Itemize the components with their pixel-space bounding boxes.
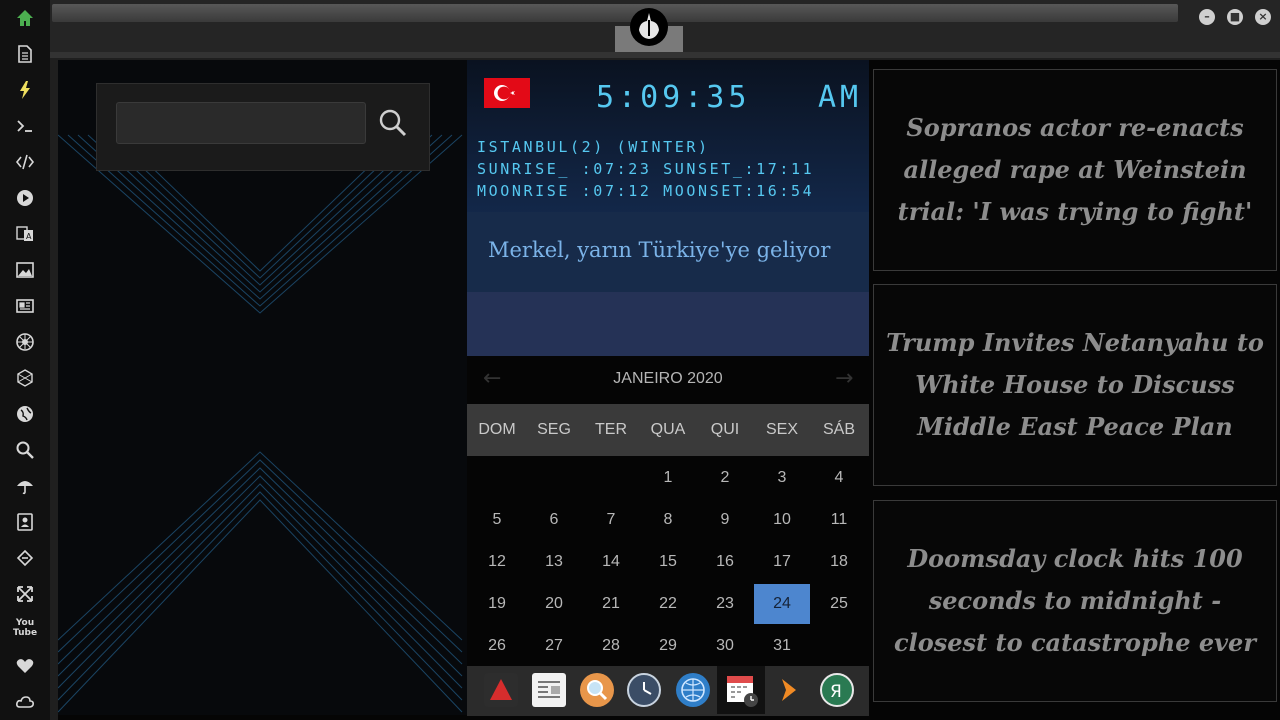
globe-icon[interactable] (13, 402, 37, 426)
calendar-day[interactable]: 5 (469, 500, 525, 540)
calendar-day[interactable]: 3 (754, 458, 810, 498)
cloud-icon[interactable] (13, 690, 37, 714)
document-icon[interactable] (13, 42, 37, 66)
svg-text:Я: Я (830, 682, 842, 702)
calendar-day[interactable]: 8 (640, 500, 696, 540)
title-divider (50, 52, 1280, 58)
calendar-day[interactable]: 29 (640, 626, 696, 666)
calendar-day[interactable]: 19 (469, 584, 525, 624)
svg-text:A: A (26, 232, 32, 241)
umbrella-icon[interactable] (13, 474, 37, 498)
heart-icon[interactable] (13, 654, 37, 678)
expand-icon[interactable] (13, 582, 37, 606)
news-app-icon[interactable] (532, 673, 566, 707)
calendar-day[interactable]: 28 (583, 626, 639, 666)
calendar-day[interactable]: 26 (469, 626, 525, 666)
calendar-day[interactable]: 16 (697, 542, 753, 582)
calendar-day[interactable]: 14 (583, 542, 639, 582)
calendar-day[interactable]: 18 (811, 542, 867, 582)
calendar-day[interactable]: 4 (811, 458, 867, 498)
app-dock (467, 666, 869, 716)
calendar-day-today[interactable]: 24 (754, 584, 810, 624)
weekday-label: SEG (537, 421, 571, 438)
headline-text[interactable]: Doomsday clock hits 100 seconds to midni… (874, 538, 1276, 664)
newspaper-icon[interactable] (13, 294, 37, 318)
weekday-label: QUI (710, 421, 740, 438)
clock-app-icon[interactable] (627, 673, 661, 707)
left-sidebar: A You Tube (0, 0, 50, 720)
clock-sun-times: SUNRISE_ :07:23 SUNSET_:17:11 (477, 160, 815, 178)
browser-app-icon[interactable] (676, 673, 710, 707)
lightning-icon[interactable] (13, 78, 37, 102)
contacts-icon[interactable] (13, 510, 37, 534)
translate-icon[interactable]: A (13, 222, 37, 246)
calendar-day[interactable]: 9 (697, 500, 753, 540)
calendar-day[interactable]: 23 (697, 584, 753, 624)
weekday-label: QUA (650, 421, 686, 438)
calendar-day[interactable]: 27 (526, 626, 582, 666)
calendar-day[interactable]: 11 (811, 500, 867, 540)
clock-location: ISTANBUL(2) (WINTER) (477, 138, 710, 156)
rebel-icon[interactable] (13, 366, 37, 390)
calendar-day[interactable]: 1 (640, 458, 696, 498)
headline-text[interactable]: Trump Invites Netanyahu to White House t… (874, 322, 1276, 448)
calendar-month: JANEIRO 2020 (613, 370, 723, 387)
rebel-alliance-logo (630, 8, 668, 46)
ticker-footer (467, 292, 869, 356)
calendar-day[interactable]: 21 (583, 584, 639, 624)
magnifier-icon (379, 109, 407, 137)
image-icon[interactable] (13, 258, 37, 282)
empire-icon[interactable] (13, 330, 37, 354)
minimize-button[interactable]: – (1199, 9, 1215, 25)
yandex-app-icon[interactable]: Я (820, 673, 854, 707)
calendar-day[interactable]: 2 (697, 458, 753, 498)
maximize-button[interactable]: ■ (1227, 9, 1243, 25)
youtube-icon[interactable]: You Tube (13, 618, 37, 642)
close-button[interactable]: × (1255, 9, 1271, 25)
weekday-label: SEX (765, 421, 798, 438)
calendar-app-icon[interactable] (717, 666, 765, 714)
title-strip[interactable] (52, 4, 1178, 22)
play-icon[interactable] (13, 186, 37, 210)
calendar-day[interactable]: 17 (754, 542, 810, 582)
terminal-icon[interactable] (13, 114, 37, 138)
calendar-day[interactable]: 31 (754, 626, 810, 666)
clock-moon-times: MOONRISE :07:12 MOONSET:16:54 (477, 182, 815, 200)
calendar-day[interactable]: 13 (526, 542, 582, 582)
search-input[interactable] (116, 102, 366, 144)
calendar-day[interactable]: 12 (469, 542, 525, 582)
tag-icon[interactable] (13, 546, 37, 570)
calendar-day[interactable]: 25 (811, 584, 867, 624)
clock-ampm: AM (818, 80, 863, 115)
triangle-app-icon[interactable] (484, 673, 518, 707)
headline-text[interactable]: Sopranos actor re-enacts alleged rape at… (874, 107, 1276, 233)
youtube-label: You Tube (13, 618, 38, 638)
calendar-day[interactable]: 10 (754, 500, 810, 540)
weekday-label: TER (595, 421, 627, 438)
calendar-day[interactable]: 20 (526, 584, 582, 624)
clock-time: 5:09:35 (596, 80, 751, 115)
calendar-day[interactable]: 30 (697, 626, 753, 666)
weekday-label: DOM (478, 421, 516, 438)
turkey-flag-icon (484, 78, 530, 108)
headline-card[interactable]: Trump Invites Netanyahu to White House t… (873, 284, 1277, 486)
ticker-text[interactable]: Merkel, yarın Türkiye'ye geliyor (488, 238, 830, 262)
home-icon[interactable] (13, 6, 37, 30)
media-app-icon[interactable] (772, 673, 806, 707)
headline-card[interactable]: Doomsday clock hits 100 seconds to midni… (873, 500, 1277, 702)
calendar-day[interactable]: 15 (640, 542, 696, 582)
search-button[interactable] (376, 106, 410, 140)
weekday-label: SÁB (822, 421, 855, 438)
calendar-day[interactable]: 6 (526, 500, 582, 540)
calendar-day[interactable]: 7 (583, 500, 639, 540)
search-app-icon[interactable] (580, 673, 614, 707)
headline-card[interactable]: Sopranos actor re-enacts alleged rape at… (873, 69, 1277, 271)
search-icon[interactable] (13, 438, 37, 462)
calendar-day[interactable]: 22 (640, 584, 696, 624)
code-icon[interactable] (13, 150, 37, 174)
